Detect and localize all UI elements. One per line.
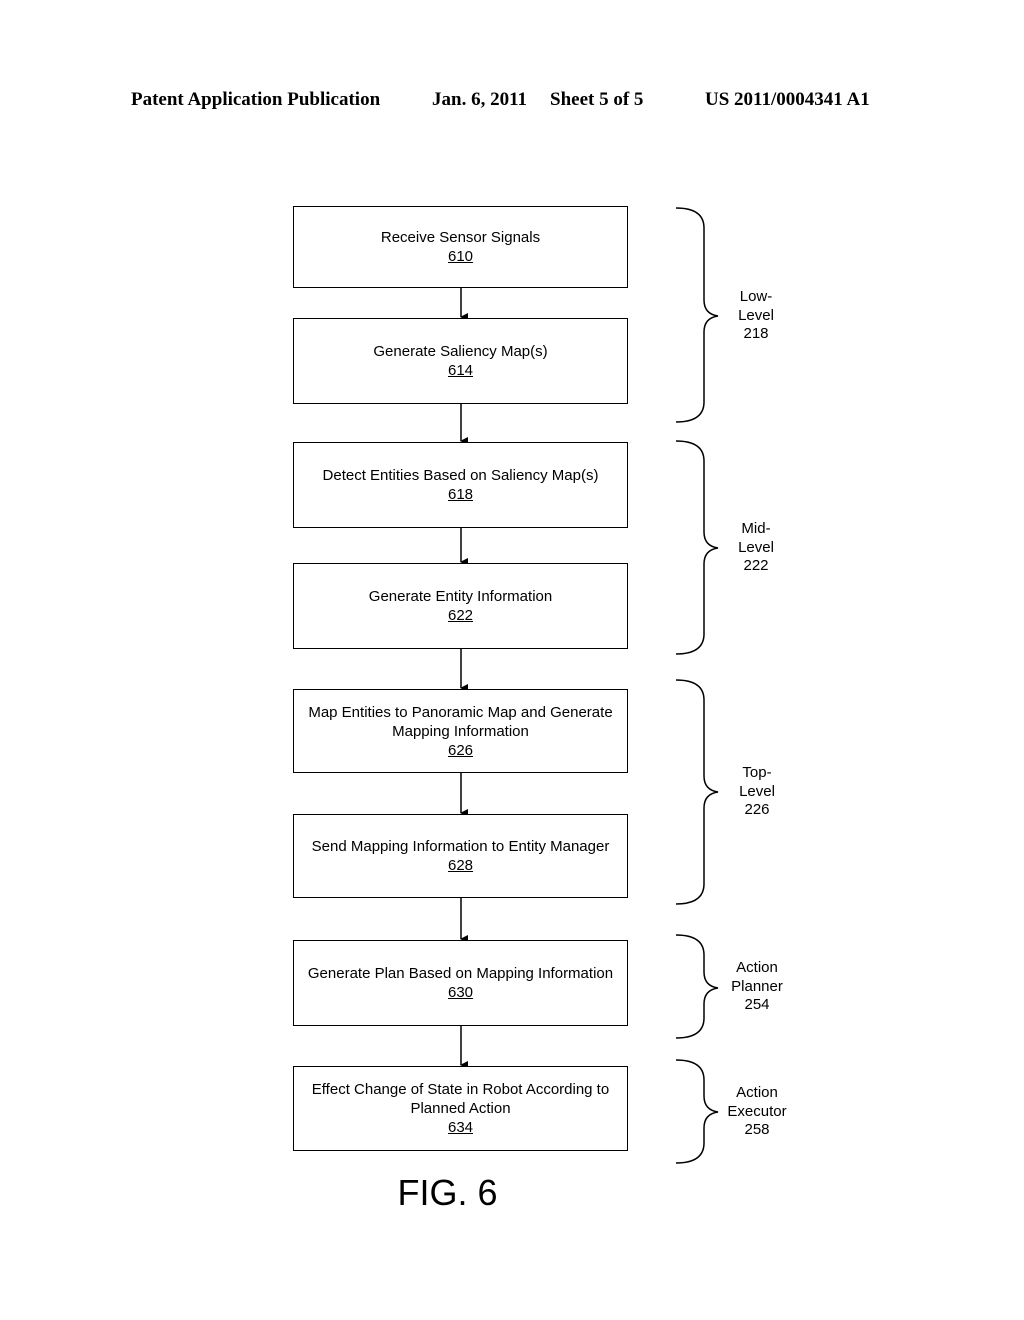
step-number: 610 <box>447 248 474 265</box>
step-630: Generate Plan Based on Mapping Informati… <box>293 940 628 1026</box>
step-number: 622 <box>447 607 474 624</box>
step-label: Receive Sensor Signals <box>380 229 541 246</box>
group-number: 218 <box>743 325 769 342</box>
group-line2: Executor <box>727 1102 787 1120</box>
group-label-action-planner: Action Planner 254 <box>707 959 807 1015</box>
step-610: Receive Sensor Signals 610 <box>293 206 628 288</box>
group-label-action-executor: Action Executor 258 <box>707 1084 807 1140</box>
group-label-top-level: Top- Level 226 <box>707 764 807 820</box>
step-label: Generate Entity Information <box>368 588 553 605</box>
group-label-mid-level: Mid- Level 222 <box>706 520 806 576</box>
group-number: 258 <box>744 1121 770 1138</box>
group-number: 222 <box>743 557 769 574</box>
group-line2: Planner <box>731 977 783 995</box>
group-line1: Mid- <box>741 520 771 537</box>
step-618: Detect Entities Based on Saliency Map(s)… <box>293 442 628 528</box>
group-line2: Level <box>739 782 775 800</box>
step-label: Map Entities to Panoramic Map and Genera… <box>308 703 613 740</box>
step-634: Effect Change of State in Robot Accordin… <box>293 1066 628 1151</box>
step-label: Generate Saliency Map(s) <box>373 343 548 360</box>
group-number: 254 <box>744 996 770 1013</box>
step-number: 614 <box>447 362 474 379</box>
group-line2: Level <box>738 538 774 556</box>
step-label: Generate Plan Based on Mapping Informati… <box>307 965 614 982</box>
step-626: Map Entities to Panoramic Map and Genera… <box>293 689 628 773</box>
figure-label: FIG. 6 <box>397 1172 498 1213</box>
step-label: Send Mapping Information to Entity Manag… <box>311 838 610 855</box>
step-614: Generate Saliency Map(s) 614 <box>293 318 628 404</box>
step-number: 628 <box>447 857 474 874</box>
step-number: 618 <box>447 486 474 503</box>
step-628: Send Mapping Information to Entity Manag… <box>293 814 628 898</box>
step-number: 630 <box>447 984 474 1001</box>
group-line1: Low- <box>739 288 773 305</box>
group-line1: Action <box>736 959 778 976</box>
step-number: 626 <box>447 741 474 759</box>
group-number: 226 <box>744 801 770 818</box>
step-number: 634 <box>447 1119 474 1136</box>
group-line1: Action <box>736 1084 778 1101</box>
group-label-low-level: Low- Level 218 <box>706 288 806 344</box>
step-622: Generate Entity Information 622 <box>293 563 628 649</box>
step-label: Detect Entities Based on Saliency Map(s) <box>322 467 599 484</box>
step-label: Effect Change of State in Robot Accordin… <box>311 1081 610 1117</box>
group-line1: Top- <box>742 764 772 781</box>
group-line2: Level <box>738 306 774 324</box>
